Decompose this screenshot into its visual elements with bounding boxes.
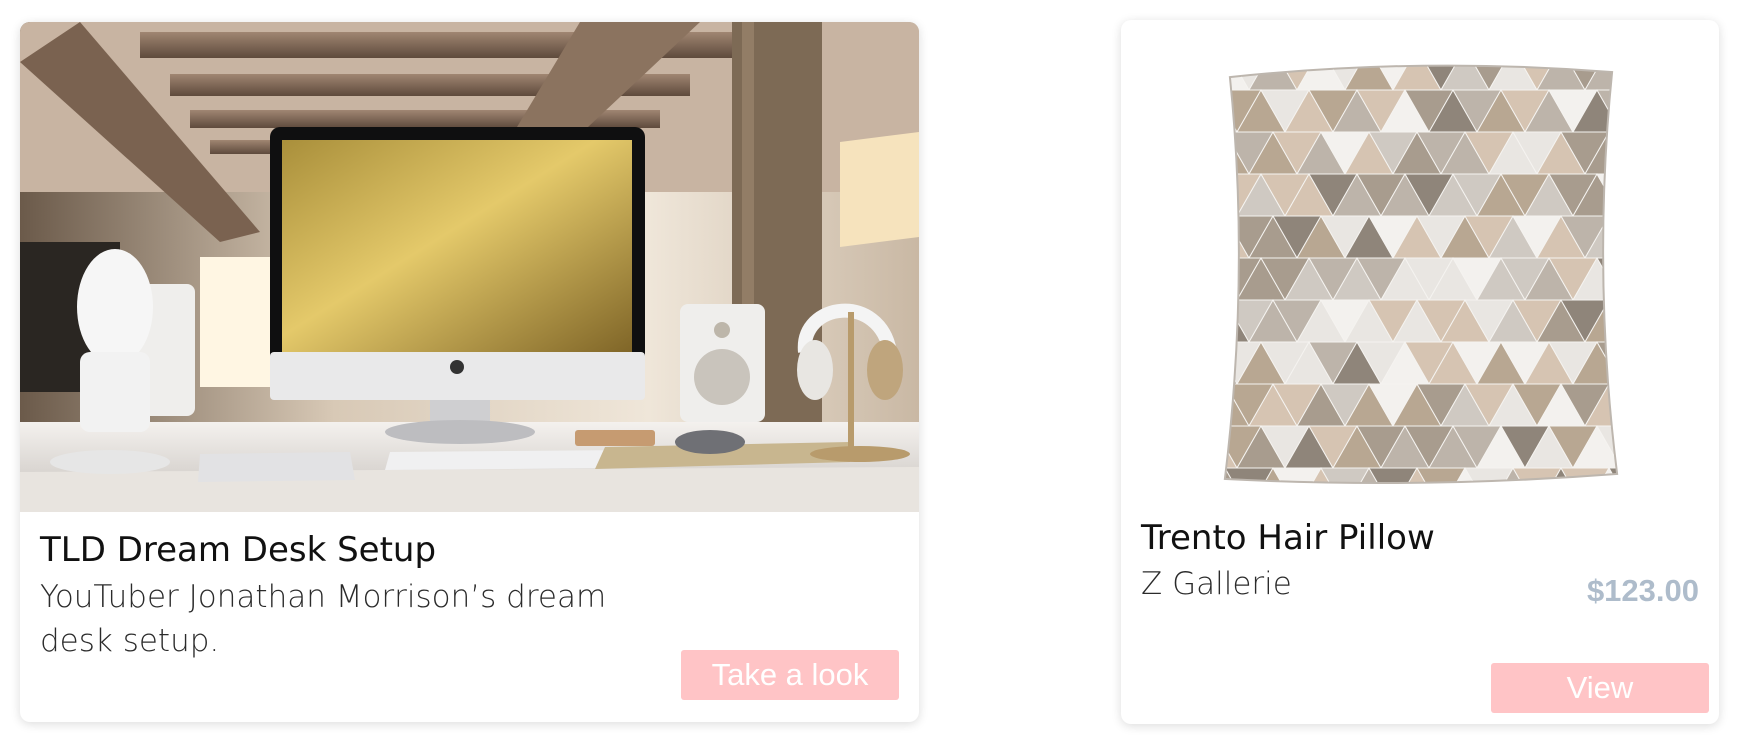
pillow-image xyxy=(1223,64,1619,484)
desk-setup-card[interactable]: TLD Dream Desk Setup YouTuber Jonathan M… xyxy=(20,22,919,722)
product-brand: Z Gallerie xyxy=(1141,566,1292,602)
pillow-product-card[interactable]: Trento Hair Pillow Z Gallerie $123.00 Vi… xyxy=(1121,20,1719,724)
product-title: Trento Hair Pillow xyxy=(1141,518,1435,558)
card-title: TLD Dream Desk Setup xyxy=(40,530,437,570)
product-price: $123.00 xyxy=(1586,573,1699,608)
card-description: YouTuber Jonathan Morrison’s dream desk … xyxy=(40,579,607,659)
view-button[interactable]: View xyxy=(1491,663,1709,713)
desk-setup-image xyxy=(20,22,919,512)
take-a-look-button[interactable]: Take a look xyxy=(681,650,899,700)
